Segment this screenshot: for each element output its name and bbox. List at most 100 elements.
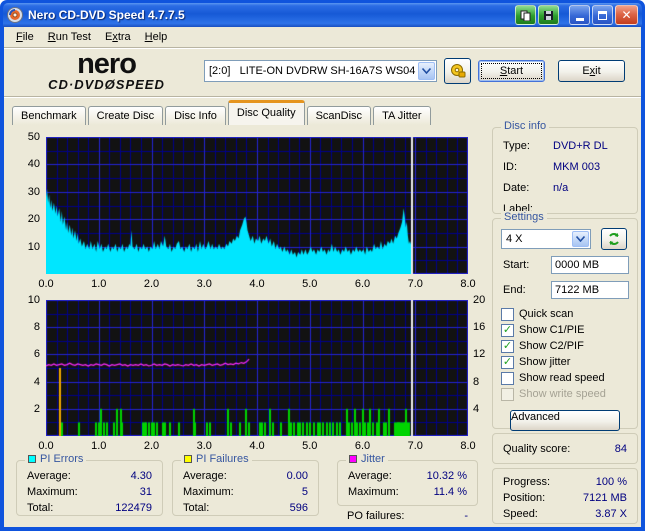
pi-errors-chart	[46, 137, 468, 274]
refresh-icon	[609, 233, 619, 245]
pif-left-y-tick: 6	[33, 348, 40, 361]
save-button[interactable]	[538, 5, 559, 25]
minimize-button[interactable]	[569, 5, 590, 25]
pi-errors-y-tick: 10	[27, 240, 40, 253]
pi-failures-title: PI Failures	[181, 453, 252, 465]
close-button[interactable]: ✕	[615, 5, 638, 25]
tab-benchmark[interactable]: Benchmark	[12, 106, 86, 125]
pif-left-y-tick: 8	[33, 321, 40, 334]
tab-create-disc[interactable]: Create Disc	[87, 106, 164, 125]
stat-label: PO failures:	[347, 510, 405, 522]
stat-value: 4.30	[130, 470, 152, 482]
speed-select[interactable]: 4 X	[501, 229, 591, 249]
disc-info-value: MKM 003	[553, 160, 601, 173]
start-button[interactable]: Start	[478, 60, 545, 82]
tab-scandisc[interactable]: ScanDisc	[306, 106, 372, 125]
advanced-button[interactable]: Advanced	[510, 410, 620, 431]
checkbox-label: Show read speed	[519, 372, 605, 384]
stat-label: Total:	[27, 502, 54, 514]
pif-x-tick: 3.0	[196, 440, 212, 452]
menu-extra[interactable]: Extra	[98, 29, 138, 45]
checkbox-box[interactable]	[501, 307, 514, 321]
end-field[interactable]	[551, 281, 629, 299]
pi-errors-x-tick: 0.0	[38, 278, 54, 290]
start-field[interactable]	[551, 256, 629, 274]
disc-glyph-icon: Ø	[104, 77, 116, 92]
refresh-button[interactable]	[601, 228, 627, 250]
drive-select-dropdown-button[interactable]	[418, 62, 435, 80]
jitter-right-y-tick: 8	[473, 375, 480, 388]
speed-select-dropdown-button[interactable]	[572, 231, 589, 247]
checkbox-box[interactable]: ✓	[501, 339, 514, 353]
app-window: Nero CD-DVD Speed 4.7.7.5 ✕ File Run Test…	[0, 0, 645, 531]
pi-errors-chart-canvas	[46, 137, 468, 274]
end-field-label: End:	[503, 284, 526, 296]
stat-label: Average:	[183, 470, 227, 482]
menu-help[interactable]: Help	[138, 29, 175, 45]
quality-score-value: 84	[614, 442, 627, 455]
quality-score-group: Quality score: 84	[492, 433, 638, 464]
tab-ta-jitter[interactable]: TA Jitter	[373, 106, 431, 125]
minimize-icon	[575, 18, 584, 21]
pi-errors-legend-icon	[28, 455, 36, 463]
nero-logo-subtitle: CD·DVDØSPEED	[48, 77, 165, 92]
jitter-right-y-tick: 12	[473, 348, 486, 361]
checkbox-label: Show jitter	[519, 356, 571, 368]
drive-select[interactable]: [2:0] LITE-ON DVDRW SH-16A7S WS04	[204, 60, 437, 82]
stat-label: Maximum:	[183, 486, 234, 498]
pif-x-tick: 4.0	[249, 440, 265, 452]
stat-value: 11.4 %	[433, 486, 467, 498]
save-icon	[544, 10, 553, 20]
copy-icon	[520, 10, 531, 21]
stat-value: 5	[301, 486, 308, 498]
pi-errors-y-tick: 40	[27, 158, 40, 171]
stat-label: Average:	[348, 470, 392, 482]
jitter-right-y-tick: 16	[473, 321, 486, 334]
pif-x-tick: 1.0	[91, 440, 107, 452]
pi-errors-x-tick: 3.0	[196, 278, 212, 290]
tab-disc-info[interactable]: Disc Info	[165, 106, 226, 125]
pi-errors-x-tick: 4.0	[249, 278, 265, 290]
pi-errors-x-tick: 7.0	[407, 278, 423, 290]
quality-score-label: Quality score:	[503, 442, 571, 455]
exit-button[interactable]: Exit	[558, 60, 625, 82]
stat-value: 0.00	[286, 470, 308, 482]
disc-info-row-date: Date: n/a	[493, 177, 637, 198]
checkbox-show-jitter[interactable]: ✓ Show jitter	[501, 354, 637, 370]
stat-label: Maximum:	[348, 486, 399, 498]
progress-row-speed: Speed: 3.87 X	[493, 506, 637, 522]
jitter-footer-row: PO failures: -	[337, 508, 478, 524]
stat-label: Total:	[183, 502, 210, 514]
checkbox-show-read-speed[interactable]: Show read speed	[501, 370, 637, 386]
progress-label: Speed:	[503, 508, 538, 520]
chevron-down-icon	[422, 68, 431, 74]
stat-value: 122479	[115, 502, 152, 514]
checkbox-label: Show C2/PIF	[519, 340, 584, 352]
pi-errors-x-tick: 1.0	[91, 278, 107, 290]
checkbox-label: Quick scan	[519, 308, 574, 320]
maximize-button[interactable]	[592, 5, 613, 25]
checkbox-show-c1-pie[interactable]: ✓ Show C1/PIE	[501, 322, 637, 338]
pi-failures-row-maximum: Maximum: 5	[173, 484, 318, 500]
pi-errors-x-tick: 8.0	[460, 278, 476, 290]
jitter-right-y-tick: 4	[473, 402, 480, 415]
pi-failures-group: PI Failures Average: 0.00 Maximum: 5 Total: 59…	[172, 453, 319, 516]
eject-button[interactable]	[444, 58, 471, 84]
checkbox-box[interactable]	[501, 371, 514, 385]
menu-run-test[interactable]: Run Test	[41, 29, 98, 45]
stat-label: Maximum:	[27, 486, 78, 498]
menu-file[interactable]: File	[9, 29, 41, 45]
client-area: File Run Test Extra Help nero CD·DVDØSPEED …	[4, 27, 641, 527]
tab-disc-quality[interactable]: Disc Quality	[227, 100, 305, 125]
checkbox-box[interactable]: ✓	[501, 323, 514, 337]
progress-value: 100 %	[595, 476, 627, 488]
checkbox-quick-scan[interactable]: Quick scan	[501, 306, 637, 322]
pi-errors-y-tick: 30	[27, 185, 40, 198]
pif-x-tick: 8.0	[460, 440, 476, 452]
exit-button-label: Exit	[582, 65, 601, 77]
app-icon	[7, 7, 23, 23]
copy-button[interactable]	[515, 5, 536, 25]
checkbox-show-c2-pif[interactable]: ✓ Show C2/PIF	[501, 338, 637, 354]
stat-value: 596	[289, 502, 308, 514]
checkbox-box[interactable]: ✓	[501, 355, 514, 369]
